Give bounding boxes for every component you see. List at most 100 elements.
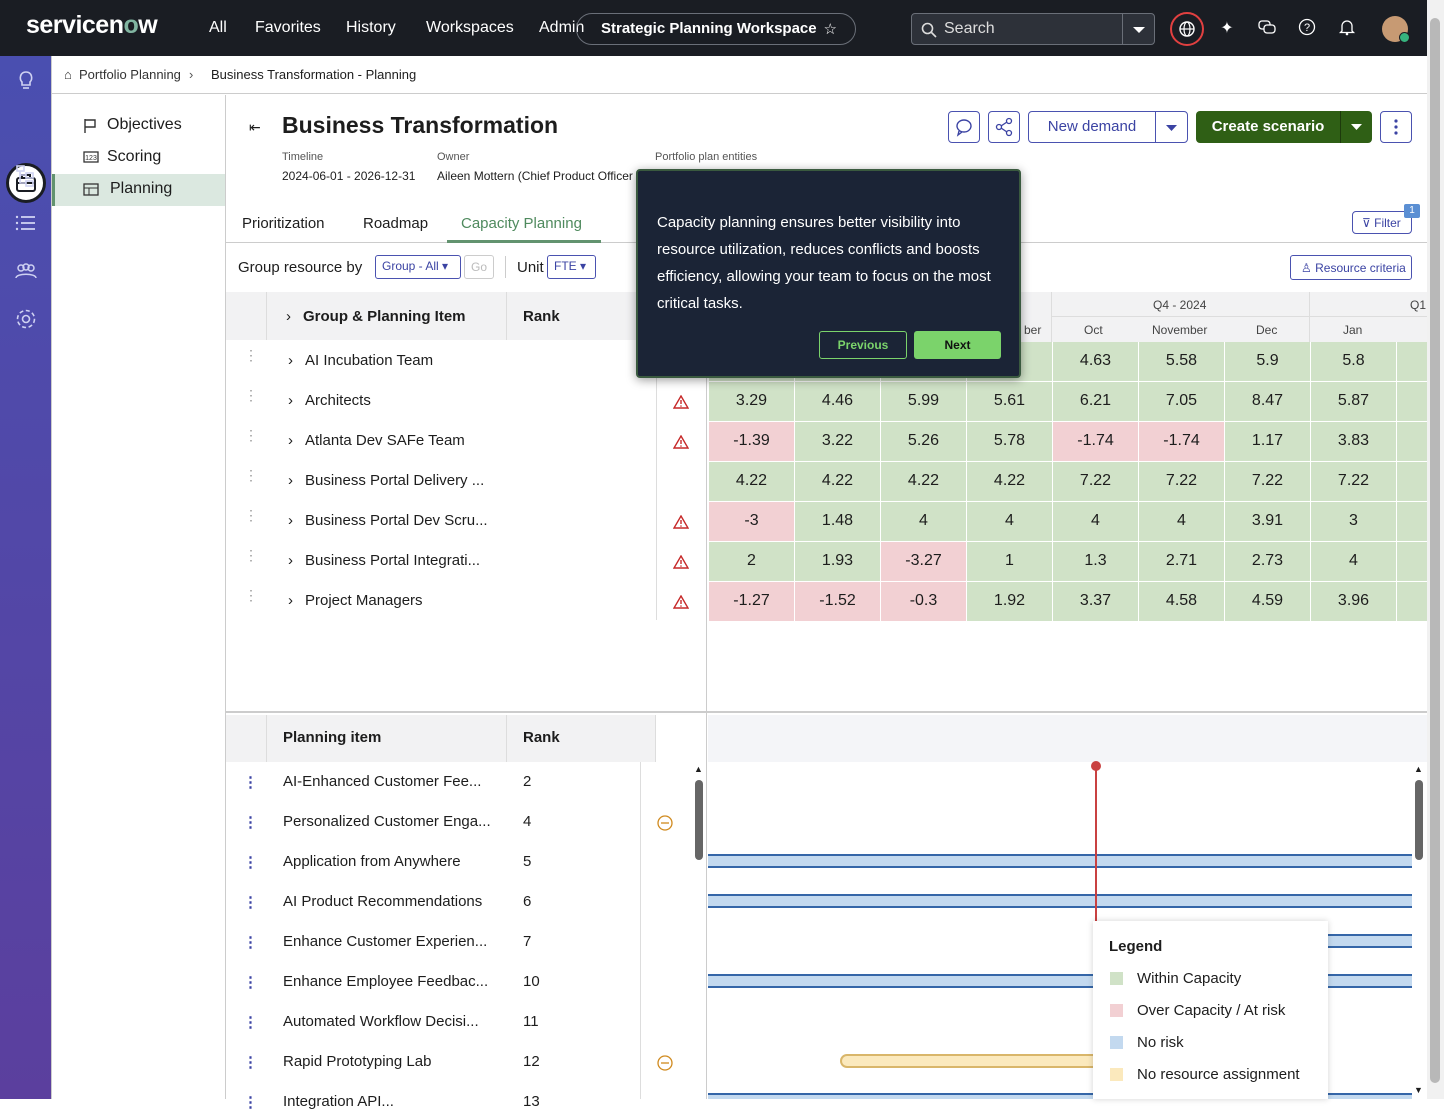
- capacity-cell[interactable]: -3: [709, 502, 794, 541]
- row-actions-kebab-icon[interactable]: ⋮: [243, 773, 258, 791]
- resource-criteria-button[interactable]: ♙ Resource criteria: [1290, 255, 1412, 280]
- settings-gear-icon[interactable]: [14, 307, 38, 331]
- nav-favorites[interactable]: Favorites: [255, 19, 321, 37]
- capacity-cell[interactable]: 2.73: [1225, 542, 1310, 581]
- expand-row-chevron-icon[interactable]: ›: [288, 592, 293, 609]
- capacity-cell[interactable]: 7.22: [1139, 462, 1224, 501]
- planning-item-name[interactable]: AI Product Recommendations: [283, 893, 482, 910]
- breadcrumb-portfolio-planning[interactable]: Portfolio Planning: [79, 67, 181, 82]
- capacity-cell[interactable]: 7.22: [1053, 462, 1138, 501]
- capacity-cell[interactable]: 4: [1139, 502, 1224, 541]
- more-actions-button[interactable]: [1380, 111, 1412, 143]
- page-scrollbar-thumb[interactable]: [1430, 18, 1440, 1083]
- new-demand-dropdown[interactable]: [1155, 111, 1188, 143]
- planning-item-name[interactable]: AI-Enhanced Customer Fee...: [283, 773, 481, 790]
- capacity-cell[interactable]: 5.99: [881, 382, 966, 421]
- sidenav-item-objectives[interactable]: Objectives: [52, 110, 225, 142]
- globe-icon[interactable]: [1170, 12, 1204, 46]
- expand-row-chevron-icon[interactable]: ›: [288, 472, 293, 489]
- capacity-cell-partial[interactable]: [1397, 462, 1427, 501]
- global-search[interactable]: Search: [911, 13, 1155, 45]
- capacity-cell[interactable]: 4.22: [967, 462, 1052, 501]
- capacity-cell[interactable]: -1.39: [709, 422, 794, 461]
- row-actions-kebab-icon[interactable]: ⋮: [243, 1013, 258, 1031]
- planning-item-name[interactable]: Application from Anywhere: [283, 853, 461, 870]
- capacity-cell[interactable]: 1.48: [795, 502, 880, 541]
- capacity-cell[interactable]: 3.96: [1311, 582, 1396, 621]
- planning-item-name[interactable]: Enhance Employee Feedbac...: [283, 973, 488, 990]
- drag-handle-icon[interactable]: ⋮: [244, 548, 258, 562]
- capacity-cell[interactable]: 4.22: [881, 462, 966, 501]
- capacity-cell[interactable]: 5.78: [967, 422, 1052, 461]
- row-actions-kebab-icon[interactable]: ⋮: [243, 973, 258, 991]
- chat-icon[interactable]: [1257, 18, 1277, 38]
- capacity-cell-partial[interactable]: [1397, 382, 1427, 421]
- capacity-cell[interactable]: 4: [1053, 502, 1138, 541]
- planning-list-scrollbar[interactable]: [695, 780, 703, 860]
- capacity-cell[interactable]: 3.29: [709, 382, 794, 421]
- capacity-cell[interactable]: -1.27: [709, 582, 794, 621]
- group-select[interactable]: Group - All ▾: [375, 255, 461, 279]
- capacity-cell[interactable]: 1.93: [795, 542, 880, 581]
- planning-item-name[interactable]: Personalized Customer Enga...: [283, 813, 491, 830]
- row-actions-kebab-icon[interactable]: ⋮: [243, 893, 258, 911]
- capacity-cell[interactable]: 8.47: [1225, 382, 1310, 421]
- nav-all[interactable]: All: [209, 19, 227, 37]
- capacity-cell[interactable]: 7.22: [1311, 462, 1396, 501]
- search-scope-dropdown[interactable]: [1122, 14, 1154, 44]
- timeline-bar-no-risk[interactable]: [708, 854, 1412, 868]
- capacity-cell[interactable]: 5.8: [1311, 342, 1396, 381]
- capacity-cell[interactable]: 5.61: [967, 382, 1052, 421]
- expand-row-chevron-icon[interactable]: ›: [288, 552, 293, 569]
- expand-all-chevron-icon[interactable]: ›: [286, 308, 291, 325]
- minus-circle-icon[interactable]: [657, 815, 673, 831]
- row-actions-kebab-icon[interactable]: ⋮: [243, 933, 258, 951]
- planning-item-name[interactable]: Enhance Customer Experien...: [283, 933, 487, 950]
- group-row-name[interactable]: Project Managers: [305, 592, 423, 609]
- tooltip-next-button[interactable]: Next: [914, 331, 1001, 359]
- servicenow-logo[interactable]: servicenow: [26, 11, 158, 40]
- go-button[interactable]: Go: [464, 255, 494, 279]
- capacity-cell[interactable]: 1: [967, 542, 1052, 581]
- group-row-name[interactable]: Business Portal Integrati...: [305, 552, 480, 569]
- list-icon[interactable]: [14, 211, 38, 235]
- user-avatar[interactable]: [1382, 16, 1410, 43]
- capacity-cell-partial[interactable]: [1397, 582, 1427, 621]
- capacity-cell[interactable]: 5.87: [1311, 382, 1396, 421]
- new-demand-button[interactable]: New demand: [1028, 111, 1156, 143]
- row-actions-kebab-icon[interactable]: ⋮: [243, 853, 258, 871]
- capacity-cell-partial[interactable]: [1397, 342, 1427, 381]
- tab-roadmap[interactable]: Roadmap: [363, 215, 428, 232]
- minus-circle-icon[interactable]: [657, 1055, 673, 1071]
- nav-workspaces[interactable]: Workspaces: [426, 19, 514, 37]
- capacity-cell[interactable]: 5.58: [1139, 342, 1224, 381]
- planning-item-name[interactable]: Automated Workflow Decisi...: [283, 1013, 479, 1030]
- capacity-cell-partial[interactable]: [1397, 502, 1427, 541]
- drag-handle-icon[interactable]: ⋮: [244, 468, 258, 482]
- expand-row-chevron-icon[interactable]: ›: [288, 512, 293, 529]
- drag-handle-icon[interactable]: ⋮: [244, 388, 258, 402]
- capacity-cell[interactable]: 6.21: [1053, 382, 1138, 421]
- tab-prioritization[interactable]: Prioritization: [242, 215, 325, 232]
- timeline-bar-no-resource-assignment[interactable]: [840, 1054, 1100, 1068]
- capacity-cell[interactable]: 1.17: [1225, 422, 1310, 461]
- workspace-title-pill[interactable]: Strategic Planning Workspace ☆: [576, 13, 856, 45]
- planning-item-name[interactable]: Integration API...: [283, 1093, 394, 1110]
- sidenav-item-scoring[interactable]: 123 Scoring: [52, 142, 225, 174]
- capacity-cell[interactable]: 2.71: [1139, 542, 1224, 581]
- capacity-cell[interactable]: 4: [1311, 542, 1396, 581]
- unit-select[interactable]: FTE ▾: [547, 255, 596, 279]
- capacity-cell[interactable]: -0.3: [881, 582, 966, 621]
- expand-row-chevron-icon[interactable]: ›: [288, 392, 293, 409]
- capacity-cell[interactable]: 1.3: [1053, 542, 1138, 581]
- create-scenario-button[interactable]: Create scenario: [1196, 111, 1340, 143]
- filter-button[interactable]: ⊽ Filter: [1352, 211, 1412, 234]
- drag-handle-icon[interactable]: ⋮: [244, 348, 258, 362]
- capacity-cell[interactable]: 4: [967, 502, 1052, 541]
- capacity-cell[interactable]: 4.63: [1053, 342, 1138, 381]
- capacity-cell[interactable]: -1.74: [1053, 422, 1138, 461]
- group-row-name[interactable]: Architects: [305, 392, 371, 409]
- capacity-cell[interactable]: -3.27: [881, 542, 966, 581]
- group-row-name[interactable]: Atlanta Dev SAFe Team: [305, 432, 465, 449]
- capacity-cell[interactable]: -1.74: [1139, 422, 1224, 461]
